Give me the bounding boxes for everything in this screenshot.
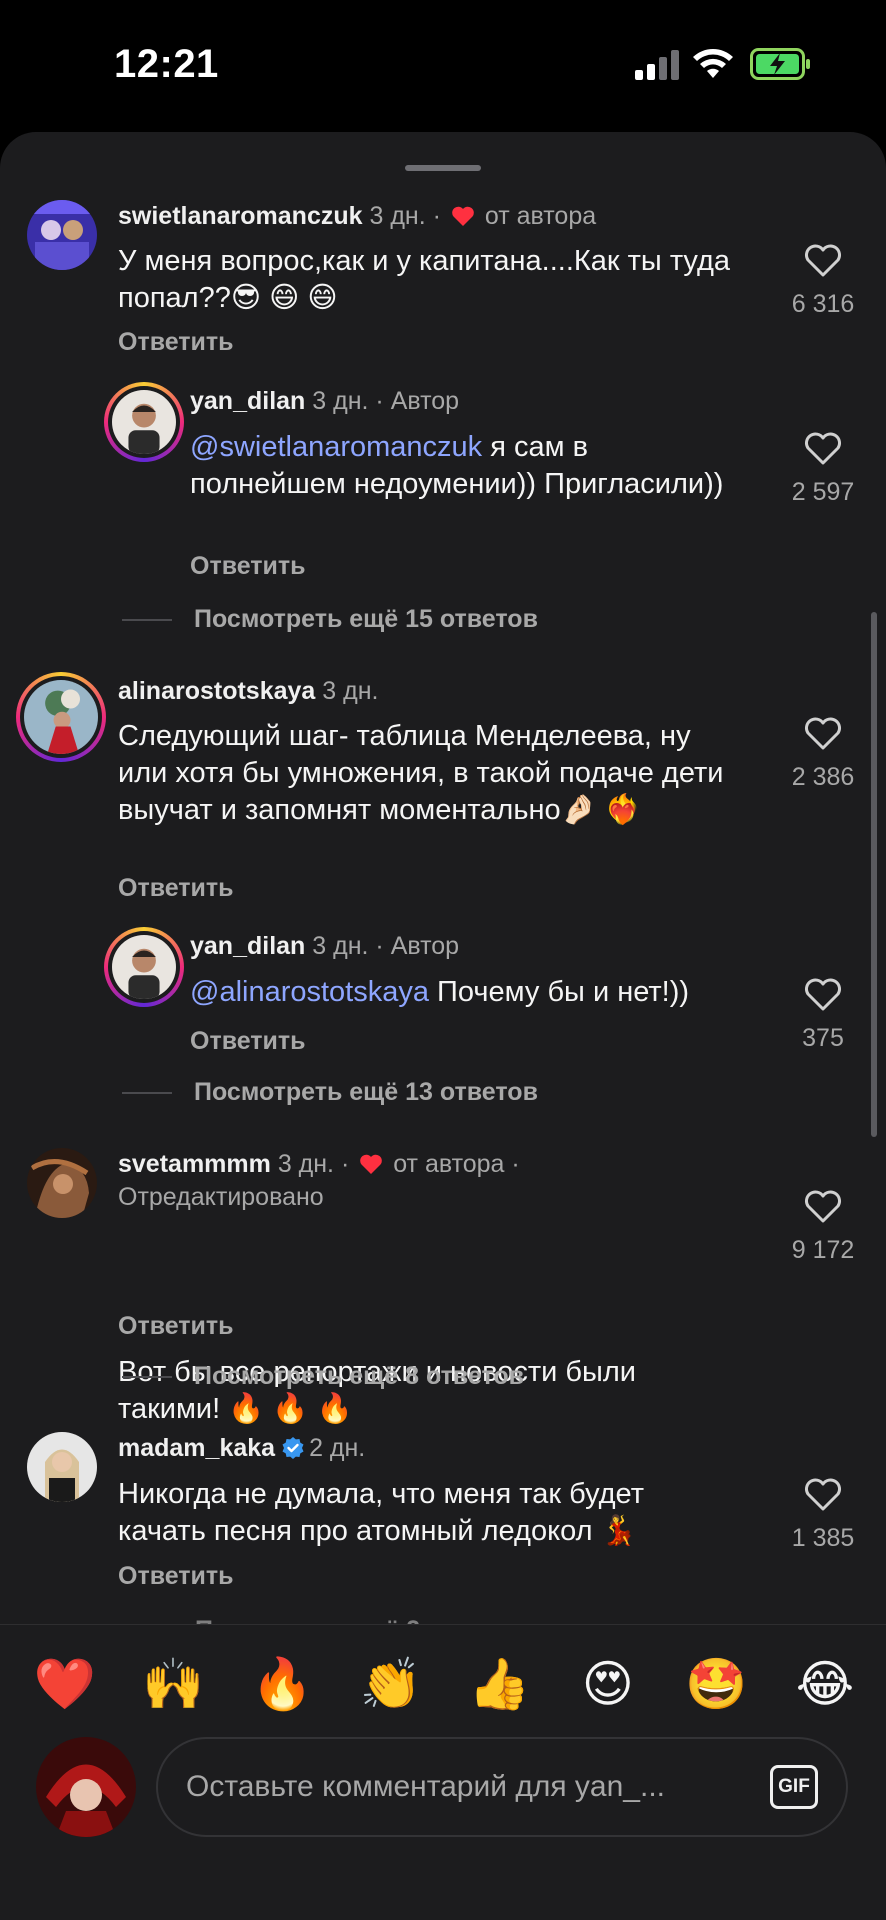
like-button[interactable]: 375 <box>778 978 868 1053</box>
avatar-story-ring[interactable] <box>104 927 184 1007</box>
comment-time: 3 дн. <box>277 1150 335 1178</box>
heart-outline-icon <box>805 244 841 277</box>
avatar[interactable] <box>27 1432 97 1502</box>
emoji-clap-button[interactable]: 👏 <box>356 1649 426 1719</box>
view-more-replies-button[interactable]: Посмотреть ещё 15 ответов <box>122 605 538 635</box>
emoji-star-struck-button[interactable]: 🤩 <box>681 1649 751 1719</box>
heart-outline-icon <box>805 978 841 1011</box>
like-count: 2 386 <box>791 763 855 791</box>
like-count: 6 316 <box>791 290 855 318</box>
comment-meta: alinarostotskaya 3 дн. <box>118 677 378 706</box>
avatar <box>24 680 98 754</box>
comment-time: 2 дн. <box>309 1434 366 1462</box>
view-more-replies-label: Посмотреть ещё 13 ответов <box>194 1078 538 1106</box>
comment-time: 3 дн. <box>322 677 379 705</box>
current-user-avatar <box>36 1737 136 1837</box>
view-more-replies-button[interactable]: Посмотреть ещё 13 ответов <box>122 1078 538 1108</box>
reply-button[interactable]: Ответить <box>118 1312 234 1341</box>
verified-badge-icon <box>282 1437 304 1459</box>
username[interactable]: svetammmm <box>118 1150 271 1178</box>
emoji-raising-hands-button[interactable]: 🙌 <box>139 1649 209 1719</box>
username[interactable]: yan_dilan <box>190 387 305 415</box>
like-count: 375 <box>802 1024 844 1052</box>
like-button[interactable]: 2 597 <box>778 432 868 507</box>
comment-input[interactable] <box>186 1761 726 1813</box>
reply-text: Почему бы и нет!)) <box>429 976 690 1008</box>
heart-filled-icon <box>452 206 474 226</box>
reply-button[interactable]: Ответить <box>118 328 234 357</box>
comment-meta: madam_kaka 2 дн. <box>118 1434 365 1463</box>
heart-filled-icon <box>360 1154 383 1174</box>
avatar[interactable] <box>27 200 97 270</box>
avatar <box>112 935 176 999</box>
reply-button[interactable]: Ответить <box>190 552 306 581</box>
heart-outline-icon <box>805 1478 841 1511</box>
reply-button[interactable]: Ответить <box>118 874 234 903</box>
comment-text: Никогда не думала, что меня так будет ка… <box>118 1478 644 1547</box>
divider <box>122 1092 172 1095</box>
author-liked-label: от автора <box>393 1150 505 1178</box>
quick-emoji-bar: ❤️ 🙌 🔥 👏 👍 😍 🤩 😂 <box>30 1649 860 1719</box>
author-badge: Автор <box>390 387 460 415</box>
like-button[interactable]: 6 316 <box>778 244 868 319</box>
view-more-replies-label: Посмотреть ещё 15 ответов <box>194 605 538 633</box>
comment-input-container[interactable]: GIF <box>156 1737 848 1837</box>
like-count: 2 597 <box>791 478 855 506</box>
mention-link[interactable]: @swietlanaromanczuk <box>190 431 482 463</box>
avatar-story-ring[interactable] <box>16 672 106 762</box>
like-button[interactable]: 9 172 <box>778 1190 868 1265</box>
comment-meta: yan_dilan 3 дн. · Автор <box>190 387 460 415</box>
heart-outline-icon <box>805 1190 841 1223</box>
edited-label: Отредактировано <box>118 1183 324 1211</box>
like-count: 1 385 <box>791 1524 855 1552</box>
comment-text: @alinarostotskaya Почему бы и нет!)) <box>190 974 770 1011</box>
divider <box>122 1376 172 1379</box>
emoji-laughing-button[interactable]: 😂 <box>790 1649 860 1719</box>
view-more-replies-button[interactable]: Посмотреть ещё 8 ответов <box>122 1362 524 1392</box>
comment-text: Следующий шаг- таблица Менделеева, ну ил… <box>118 720 724 826</box>
heart-outline-icon <box>805 432 841 465</box>
cellular-signal-icon <box>635 50 679 80</box>
like-button[interactable]: 2 386 <box>778 717 868 792</box>
emoji-fire-button[interactable]: 🔥 <box>247 1649 317 1719</box>
comment-text: @swietlanaromanczuk я сам в полнейшем не… <box>190 429 750 503</box>
view-more-replies-label: Посмотреть ещё 8 ответов <box>194 1362 525 1390</box>
status-time: 12:21 <box>114 42 219 86</box>
avatar <box>112 390 176 454</box>
avatar[interactable] <box>27 1148 97 1218</box>
gif-button[interactable]: GIF <box>770 1765 818 1809</box>
comment-meta: swietlanaromanczuk 3 дн. · от автора <box>118 202 597 230</box>
wifi-icon <box>693 49 733 78</box>
reply-button[interactable]: Ответить <box>118 1562 234 1591</box>
emoji-heart-button[interactable]: ❤️ <box>30 1649 100 1719</box>
emoji-heart-eyes-button[interactable]: 😍 <box>573 1649 643 1719</box>
heart-outline-icon <box>805 717 841 750</box>
battery-charging-icon <box>750 48 810 80</box>
username[interactable]: swietlanaromanczuk <box>118 202 363 230</box>
scrollbar[interactable] <box>871 612 877 1137</box>
comment-text: У меня вопрос,как и у капитана....Как ты… <box>118 245 731 314</box>
comment-time: 3 дн. <box>312 387 369 415</box>
author-badge: Автор <box>390 932 460 960</box>
like-count: 9 172 <box>791 1236 855 1264</box>
comment-time: 3 дн. <box>312 932 369 960</box>
status-bar: 12:21 <box>0 0 886 130</box>
username[interactable]: yan_dilan <box>190 932 305 960</box>
username[interactable]: alinarostotskaya <box>118 677 315 705</box>
comment-meta: svetammmm 3 дн. · от автора · <box>118 1150 520 1178</box>
like-button[interactable]: 1 385 <box>778 1478 868 1553</box>
avatar-story-ring[interactable] <box>104 382 184 462</box>
divider <box>122 619 172 622</box>
comment-time: 3 дн. <box>369 202 426 230</box>
emoji-thumbs-up-button[interactable]: 👍 <box>464 1649 534 1719</box>
username[interactable]: madam_kaka <box>118 1434 275 1462</box>
sheet-grabber[interactable] <box>405 165 481 171</box>
comment-composer: ❤️ 🙌 🔥 👏 👍 😍 🤩 😂 GIF <box>0 1624 886 1920</box>
reply-button[interactable]: Ответить <box>190 1027 306 1056</box>
comment-meta: yan_dilan 3 дн. · Автор <box>190 932 460 960</box>
mention-link[interactable]: @alinarostotskaya <box>190 976 429 1008</box>
author-liked-label: от автора <box>484 202 597 230</box>
